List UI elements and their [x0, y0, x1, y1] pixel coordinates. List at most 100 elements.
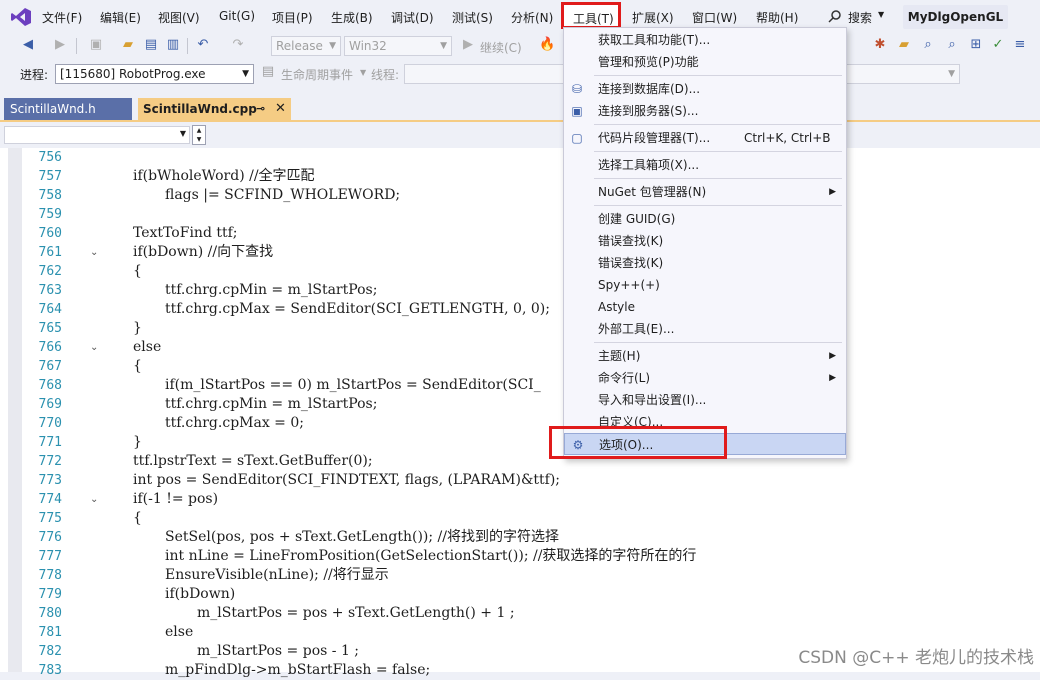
process-select[interactable]: [115680] RobotProg.exe ▼: [55, 64, 254, 84]
find-in-files-icon[interactable]: ⌕: [944, 37, 960, 53]
save-icon[interactable]: ▤: [143, 37, 159, 53]
line-number: 758: [38, 188, 62, 203]
new-item-icon[interactable]: ▣: [88, 37, 104, 53]
menu-edit[interactable]: 编辑(E): [100, 9, 141, 26]
menu-build[interactable]: 生成(B): [331, 9, 373, 26]
tools-menu-item[interactable]: 导入和导出设置(I)...: [564, 389, 846, 411]
tools-menu-item[interactable]: ▣ 连接到服务器(S)...: [564, 100, 846, 122]
redo-icon[interactable]: ↷: [230, 37, 246, 53]
code-line[interactable]: 761 ⌄ if(bDown) //向下查找: [0, 243, 1040, 262]
code-line[interactable]: 770 ttf.chrg.cpMax = 0;: [0, 414, 1040, 433]
chevron-down-icon: ▼: [179, 129, 186, 138]
tools-menu-item[interactable]: 获取工具和功能(T)...: [564, 29, 846, 51]
pin-icon[interactable]: ⊸: [256, 98, 265, 120]
code-line[interactable]: 774 ⌄ if(-1 != pos): [0, 490, 1040, 509]
menu-separator: [594, 75, 842, 76]
find-icon[interactable]: ⌕: [920, 37, 936, 53]
tools-menu-item[interactable]: 错误查找(K): [564, 252, 846, 274]
search-button[interactable]: 搜索 ▼: [823, 6, 891, 26]
tools-menu-item[interactable]: 创建 GUID(G): [564, 208, 846, 230]
code-line[interactable]: 772 ttf.lpstrText = sText.GetBuffer(0);: [0, 452, 1040, 471]
menu-project[interactable]: 项目(P): [272, 9, 313, 26]
tools-menu-item[interactable]: 选择工具箱项(X)...: [564, 154, 846, 176]
lifecycle-events-icon[interactable]: ▤: [260, 64, 276, 80]
fold-toggle-icon[interactable]: ⌄: [90, 338, 100, 357]
back-icon[interactable]: ◀: [20, 37, 36, 53]
code-line[interactable]: 781 else: [0, 623, 1040, 642]
menu-tools[interactable]: 工具(T): [561, 2, 621, 29]
code-line[interactable]: 765}: [0, 319, 1040, 338]
menu-window[interactable]: 窗口(W): [692, 9, 737, 26]
menu-test[interactable]: 测试(S): [452, 9, 493, 26]
code-editor[interactable]: 756 757 if(bWholeWord) //全字匹配 758 flags |= S…: [0, 148, 1040, 678]
code-text: int pos = SendEditor(SCI_FINDTEXT, flags…: [133, 472, 561, 488]
code-line[interactable]: 760 TextToFind ttf;: [0, 224, 1040, 243]
code-line[interactable]: 780 m_lStartPos = pos + sText.GetLength()…: [0, 604, 1040, 623]
tools-menu-item[interactable]: Spy++(+): [564, 274, 846, 296]
menu-view[interactable]: 视图(V): [158, 9, 200, 26]
menu-help[interactable]: 帮助(H): [756, 9, 798, 26]
bookmark-icon[interactable]: ⊞: [968, 37, 984, 53]
navigation-scope-select[interactable]: ▼: [4, 126, 190, 144]
code-line[interactable]: 775 {: [0, 509, 1040, 528]
line-number: 770: [38, 416, 62, 431]
code-line[interactable]: 776 SetSel(pos, pos + sText.GetLength());…: [0, 528, 1040, 547]
code-line[interactable]: 771}: [0, 433, 1040, 452]
menu-git[interactable]: Git(G): [219, 9, 255, 23]
visual-studio-logo-icon[interactable]: [10, 7, 32, 27]
tools-menu-item[interactable]: ⛁ 连接到数据库(D)...: [564, 78, 846, 100]
code-line[interactable]: 764 ttf.chrg.cpMax = SendEditor(SCI_GETLE…: [0, 300, 1040, 319]
code-line[interactable]: 767 {: [0, 357, 1040, 376]
code-line[interactable]: 759: [0, 205, 1040, 224]
chevron-down-icon: ▼: [878, 10, 885, 19]
menu-analyze[interactable]: 分析(N): [511, 9, 553, 26]
tools-menu-item[interactable]: 错误查找(K): [564, 230, 846, 252]
toolbar-more-icon[interactable]: ≡: [1012, 37, 1028, 53]
code-line[interactable]: 777 int nLine = LineFromPosition(GetSelec…: [0, 547, 1040, 566]
forward-icon[interactable]: ▶: [52, 37, 68, 53]
submenu-arrow-icon: ▶: [829, 351, 836, 361]
code-line[interactable]: 773 int pos = SendEditor(SCI_FINDTEXT, fl…: [0, 471, 1040, 490]
menu-debug[interactable]: 调试(D): [391, 9, 434, 26]
tools-menu-item[interactable]: ▢ 代码片段管理器(T)... Ctrl+K, Ctrl+B: [564, 127, 846, 149]
tools-menu-item-label: 导入和导出设置(I)...: [598, 393, 707, 407]
menu-extensions[interactable]: 扩展(X): [632, 9, 674, 26]
hot-reload-icon[interactable]: 🔥: [539, 37, 555, 53]
toolbar-misc-icon[interactable]: ✱: [872, 37, 888, 53]
solution-configuration-select[interactable]: Release ▼: [271, 36, 341, 56]
lifecycle-events-label[interactable]: 生命周期事件: [281, 66, 353, 83]
fold-toggle-icon[interactable]: ⌄: [90, 490, 100, 509]
code-line[interactable]: 768 if(m_lStartPos == 0) m_lStartPos = Se…: [0, 376, 1040, 395]
tab-scintillawnd-h[interactable]: ScintillaWnd.h: [4, 98, 132, 120]
tools-menu-item[interactable]: NuGet 包管理器(N) ▶: [564, 181, 846, 203]
code-line[interactable]: 763 ttf.chrg.cpMin = m_lStartPos;: [0, 281, 1040, 300]
solution-platform-select[interactable]: Win32 ▼: [344, 36, 452, 56]
code-line[interactable]: 758 flags |= SCFIND_WHOLEWORD;: [0, 186, 1040, 205]
check-icon[interactable]: ✓: [990, 37, 1006, 53]
tools-menu-item[interactable]: 命令行(L) ▶: [564, 367, 846, 389]
fold-toggle-icon[interactable]: ⌄: [90, 243, 100, 262]
menu-file[interactable]: 文件(F): [42, 9, 82, 26]
menu-separator: [594, 151, 842, 152]
open-folder-icon[interactable]: ▰: [120, 37, 136, 53]
navigation-spin-button[interactable]: ▲ ▼: [192, 125, 206, 145]
code-line[interactable]: 762 {: [0, 262, 1040, 281]
code-line[interactable]: 766 ⌄ else: [0, 338, 1040, 357]
tools-menu-item[interactable]: Astyle: [564, 296, 846, 318]
save-all-icon[interactable]: ▥: [165, 37, 181, 53]
code-line[interactable]: 778 EnsureVisible(nLine); //将行显示: [0, 566, 1040, 585]
code-line[interactable]: 779 if(bDown): [0, 585, 1040, 604]
tools-menu-item[interactable]: 外部工具(E)...: [564, 318, 846, 340]
continue-button[interactable]: 继续(C): [480, 39, 522, 56]
code-line[interactable]: 769 ttf.chrg.cpMin = m_lStartPos;: [0, 395, 1040, 414]
undo-icon[interactable]: ↶: [195, 37, 211, 53]
code-line[interactable]: 756: [0, 148, 1040, 167]
close-icon[interactable]: ✕: [275, 98, 286, 120]
folder-icon[interactable]: ▰: [896, 37, 912, 53]
play-icon[interactable]: ▶: [460, 37, 476, 53]
tab-scintillawnd-cpp[interactable]: ScintillaWnd.cpp ⊸ ✕: [138, 98, 291, 120]
menu-separator: [594, 342, 842, 343]
code-line[interactable]: 757 if(bWholeWord) //全字匹配: [0, 167, 1040, 186]
tools-menu-item[interactable]: 管理和预览(P)功能: [564, 51, 846, 73]
tools-menu-item[interactable]: 主题(H) ▶: [564, 345, 846, 367]
